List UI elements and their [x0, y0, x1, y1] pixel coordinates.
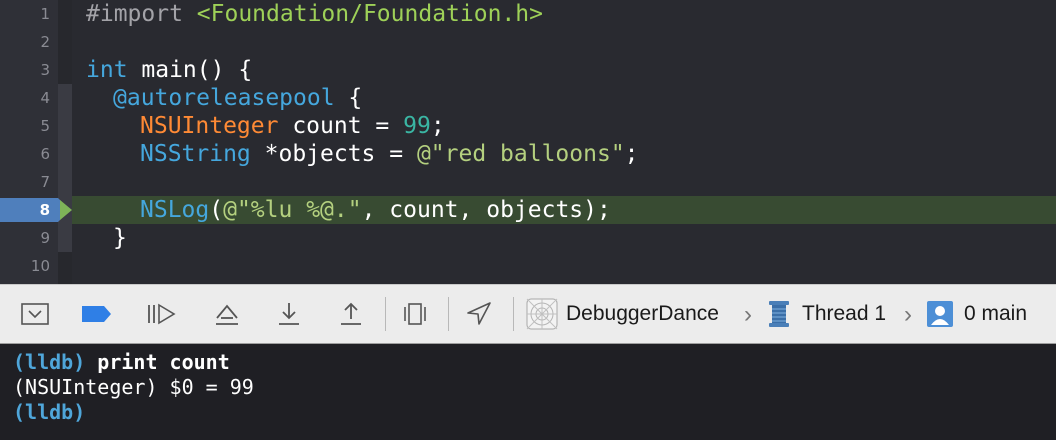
line-number: 4 — [40, 89, 50, 107]
breadcrumb-frame[interactable]: 0 main — [926, 285, 1027, 343]
code-line-4[interactable]: @autoreleasepool { — [113, 84, 362, 112]
int-keyword: int — [86, 57, 128, 83]
debug-view-hierarchy-button[interactable] — [398, 297, 432, 331]
debug-bar: DebuggerDance › Thread 1 › 0 main — [0, 284, 1056, 344]
step-into-button[interactable] — [272, 297, 306, 331]
format-string: @"%lu %@." — [223, 197, 362, 223]
target-name: DebuggerDance — [566, 302, 719, 325]
source-editor[interactable]: 1 2 3 4 5 6 7 8 9 10 #import <Foundation… — [0, 0, 1056, 284]
step-into-icon — [279, 303, 299, 325]
semicolon: ; — [430, 113, 445, 139]
import-directive: #import — [86, 1, 183, 27]
toolbar-separator — [513, 297, 514, 331]
step-over-icon — [216, 304, 238, 325]
code-line-8[interactable]: NSLog(@"%lu %@.", count, objects); — [140, 196, 611, 224]
open-paren: ( — [209, 197, 224, 223]
view-hierarchy-icon — [404, 303, 426, 325]
hide-debug-area-button[interactable] — [18, 297, 52, 331]
location-arrow-icon — [467, 302, 491, 325]
simulate-location-button[interactable] — [462, 297, 496, 331]
line-number-current: 8 — [39, 201, 50, 219]
breakpoint-icon — [82, 306, 111, 322]
breadcrumb-target[interactable]: DebuggerDance — [526, 285, 719, 343]
breadcrumb-chevron-icon: › — [904, 301, 912, 328]
line-number: 10 — [30, 257, 50, 275]
console-line[interactable]: (lldb) — [13, 400, 1056, 425]
count-decl: count = — [278, 113, 404, 139]
toolbar-separator — [385, 297, 386, 331]
semicolon: ; — [624, 141, 639, 167]
continue-button[interactable] — [144, 297, 178, 331]
app-target-icon — [526, 298, 558, 330]
frame-name: 0 main — [964, 302, 1028, 325]
code-line-9[interactable]: } — [113, 224, 127, 252]
lldb-prompt: (lldb) — [13, 350, 86, 374]
lldb-console[interactable]: (lldb) print count (NSUInteger) $0 = 99 … — [0, 344, 1056, 440]
line-number: 7 — [40, 173, 50, 191]
line-number: 2 — [40, 33, 50, 51]
fold-region-indicator[interactable] — [58, 84, 72, 252]
objects-decl: *objects = — [250, 141, 417, 167]
breadcrumb-thread[interactable]: Thread 1 — [766, 285, 886, 343]
toolbar-separator — [448, 297, 449, 331]
lldb-prompt: (lldb) — [13, 400, 86, 424]
line-number: 5 — [40, 117, 50, 135]
step-over-button[interactable] — [210, 297, 244, 331]
line-number: 3 — [40, 61, 50, 79]
code-line-5[interactable]: NSUInteger count = 99; — [140, 112, 445, 140]
autoreleasepool-keyword: @autoreleasepool — [113, 85, 335, 111]
nsuinteger-type: NSUInteger — [140, 113, 279, 139]
continue-icon — [148, 303, 176, 325]
console-line: (lldb) print count — [13, 350, 1056, 375]
console-command: print count — [85, 350, 230, 374]
hide-debug-area-icon — [21, 303, 49, 325]
thread-spool-icon — [769, 301, 789, 327]
line-number: 1 — [40, 5, 50, 23]
thread-name: Thread 1 — [802, 302, 887, 325]
nsstring-type: NSString — [140, 141, 251, 167]
breadcrumb-chevron-icon: › — [744, 301, 752, 328]
import-path: <Foundation/Foundation.h> — [196, 1, 543, 27]
nslog-args: , count, objects); — [361, 197, 611, 223]
code-line-3[interactable]: int main() { — [86, 56, 252, 84]
stack-frame-user-icon — [927, 301, 953, 327]
line-number: 6 — [40, 145, 50, 163]
code-line-1[interactable]: #import <Foundation/Foundation.h> — [86, 0, 543, 28]
open-brace: { — [334, 85, 363, 111]
code-line-6[interactable]: NSString *objects = @"red balloons"; — [140, 140, 639, 168]
line-number: 9 — [40, 229, 50, 247]
main-signature: main() { — [127, 57, 253, 83]
close-brace: } — [113, 225, 127, 251]
step-out-button[interactable] — [334, 297, 368, 331]
program-counter-icon — [60, 200, 72, 220]
number-literal: 99 — [403, 113, 431, 139]
breakpoints-toggle-button[interactable] — [80, 297, 114, 331]
step-out-icon — [341, 302, 361, 325]
string-literal: @"red balloons" — [416, 141, 625, 167]
console-output: (NSUInteger) $0 = 99 — [13, 375, 254, 399]
nslog-function: NSLog — [140, 197, 210, 223]
